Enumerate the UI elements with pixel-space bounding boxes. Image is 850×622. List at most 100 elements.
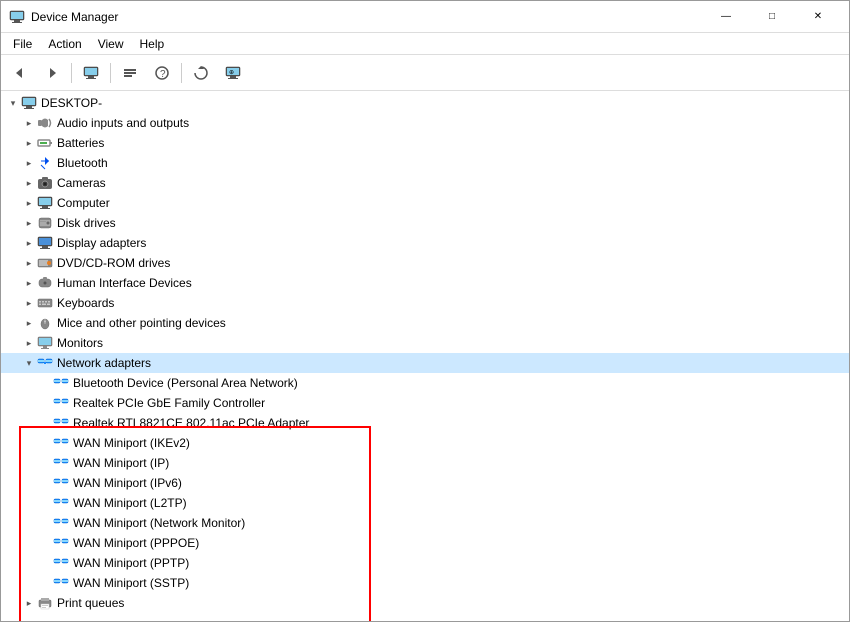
audio-icon bbox=[37, 115, 53, 131]
close-button[interactable]: ✕ bbox=[795, 1, 841, 33]
window-title: Device Manager bbox=[31, 10, 118, 24]
batteries-icon bbox=[37, 135, 53, 151]
wan-nm-icon bbox=[53, 515, 69, 531]
maximize-button[interactable]: □ bbox=[749, 1, 795, 33]
keyboards-label: Keyboards bbox=[57, 296, 114, 310]
properties-icon bbox=[122, 65, 138, 81]
menu-file[interactable]: File bbox=[5, 33, 40, 55]
bluetooth-expander[interactable] bbox=[21, 155, 37, 171]
back-button[interactable] bbox=[5, 59, 35, 87]
title-bar-left: Device Manager bbox=[9, 9, 118, 25]
audio-label: Audio inputs and outputs bbox=[57, 116, 189, 130]
keyboards-expander[interactable] bbox=[21, 295, 37, 311]
wan-sstp-icon bbox=[53, 575, 69, 591]
print-expander[interactable] bbox=[21, 595, 37, 611]
realtek-gbe-icon bbox=[53, 395, 69, 411]
tree-item-batteries[interactable]: Batteries bbox=[1, 133, 849, 153]
menu-view[interactable]: View bbox=[90, 33, 132, 55]
disk-expander[interactable] bbox=[21, 215, 37, 231]
tree-root[interactable]: DESKTOP- bbox=[1, 93, 849, 113]
tree-item-wan-ipv6[interactable]: WAN Miniport (IPv6) bbox=[1, 473, 849, 493]
batteries-expander[interactable] bbox=[21, 135, 37, 151]
tree-item-bt-pan[interactable]: Bluetooth Device (Personal Area Network) bbox=[1, 373, 849, 393]
hid-expander[interactable] bbox=[21, 275, 37, 291]
monitors-icon bbox=[37, 335, 53, 351]
wan-l2tp-icon bbox=[53, 495, 69, 511]
bt-pan-icon bbox=[53, 375, 69, 391]
menu-bar: File Action View Help bbox=[1, 33, 849, 55]
tree-item-disk[interactable]: Disk drives bbox=[1, 213, 849, 233]
tree-item-keyboards[interactable]: Keyboards bbox=[1, 293, 849, 313]
hid-icon bbox=[37, 275, 53, 291]
tree-item-wan-l2tp[interactable]: WAN Miniport (L2TP) bbox=[1, 493, 849, 513]
properties-button[interactable] bbox=[115, 59, 145, 87]
network-expander[interactable] bbox=[21, 355, 37, 371]
tree-item-realtek-gbe[interactable]: Realtek PCIe GbE Family Controller bbox=[1, 393, 849, 413]
audio-expander[interactable] bbox=[21, 115, 37, 131]
computer-icon2 bbox=[37, 195, 53, 211]
mice-label: Mice and other pointing devices bbox=[57, 316, 226, 330]
svg-text:?: ? bbox=[160, 69, 166, 80]
network-label: Network adapters bbox=[57, 356, 151, 370]
update-button[interactable] bbox=[186, 59, 216, 87]
tree-item-wan-ikev2[interactable]: WAN Miniport (IKEv2) bbox=[1, 433, 849, 453]
tree-item-realtek-wifi[interactable]: Realtek RTL8821CE 802.11ac PCIe Adapter bbox=[1, 413, 849, 433]
tree-item-monitors[interactable]: Monitors bbox=[1, 333, 849, 353]
tree-item-dvd[interactable]: DVD/CD-ROM drives bbox=[1, 253, 849, 273]
tree-item-wan-ip[interactable]: WAN Miniport (IP) bbox=[1, 453, 849, 473]
computer-label: Computer bbox=[57, 196, 110, 210]
monitors-label: Monitors bbox=[57, 336, 103, 350]
dvd-expander[interactable] bbox=[21, 255, 37, 271]
content-area: DESKTOP- Audio inputs and outputs bbox=[1, 91, 849, 621]
tree-item-mice[interactable]: Mice and other pointing devices bbox=[1, 313, 849, 333]
monitors-expander[interactable] bbox=[21, 335, 37, 351]
wan-ikev2-icon bbox=[53, 435, 69, 451]
tree-view[interactable]: DESKTOP- Audio inputs and outputs bbox=[1, 91, 849, 621]
mice-expander[interactable] bbox=[21, 315, 37, 331]
tree-item-print[interactable]: Print queues bbox=[1, 593, 849, 613]
tree-item-bluetooth[interactable]: Bluetooth bbox=[1, 153, 849, 173]
svg-text:⊕: ⊕ bbox=[229, 70, 234, 76]
disk-icon bbox=[37, 215, 53, 231]
forward-button[interactable] bbox=[37, 59, 67, 87]
bt-pan-label: Bluetooth Device (Personal Area Network) bbox=[73, 376, 298, 390]
help-button[interactable]: ? bbox=[147, 59, 177, 87]
scan-button[interactable]: ⊕ bbox=[218, 59, 248, 87]
wan-pppoe-label: WAN Miniport (PPPOE) bbox=[73, 536, 199, 550]
display-expander[interactable] bbox=[21, 235, 37, 251]
tree-item-wan-nm[interactable]: WAN Miniport (Network Monitor) bbox=[1, 513, 849, 533]
tree-item-network[interactable]: Network adapters bbox=[1, 353, 849, 373]
toolbar: ? ⊕ bbox=[1, 55, 849, 91]
tree-item-wan-pppoe[interactable]: WAN Miniport (PPPOE) bbox=[1, 533, 849, 553]
menu-help[interactable]: Help bbox=[132, 33, 173, 55]
wan-pppoe-icon bbox=[53, 535, 69, 551]
bluetooth-icon bbox=[37, 155, 53, 171]
wan-pptp-label: WAN Miniport (PPTP) bbox=[73, 556, 189, 570]
computer-icon bbox=[83, 65, 99, 81]
minimize-button[interactable]: — bbox=[703, 1, 749, 33]
cameras-label: Cameras bbox=[57, 176, 106, 190]
tree-item-audio[interactable]: Audio inputs and outputs bbox=[1, 113, 849, 133]
tree-item-hid[interactable]: Human Interface Devices bbox=[1, 273, 849, 293]
show-all-button[interactable] bbox=[76, 59, 106, 87]
root-expander[interactable] bbox=[5, 95, 21, 111]
tree-item-computer[interactable]: Computer bbox=[1, 193, 849, 213]
wan-sstp-label: WAN Miniport (SSTP) bbox=[73, 576, 189, 590]
desktop-icon bbox=[21, 95, 37, 111]
cameras-expander[interactable] bbox=[21, 175, 37, 191]
wan-ipv6-label: WAN Miniport (IPv6) bbox=[73, 476, 182, 490]
wan-l2tp-label: WAN Miniport (L2TP) bbox=[73, 496, 187, 510]
hid-label: Human Interface Devices bbox=[57, 276, 192, 290]
menu-action[interactable]: Action bbox=[40, 33, 89, 55]
display-icon bbox=[37, 235, 53, 251]
tree-item-display[interactable]: Display adapters bbox=[1, 233, 849, 253]
tree-item-wan-pptp[interactable]: WAN Miniport (PPTP) bbox=[1, 553, 849, 573]
tree-item-cameras[interactable]: Cameras bbox=[1, 173, 849, 193]
print-icon bbox=[37, 595, 53, 611]
computer-expander[interactable] bbox=[21, 195, 37, 211]
tree-item-wan-sstp[interactable]: WAN Miniport (SSTP) bbox=[1, 573, 849, 593]
toolbar-separator-2 bbox=[110, 63, 111, 83]
mice-icon bbox=[37, 315, 53, 331]
wan-nm-label: WAN Miniport (Network Monitor) bbox=[73, 516, 245, 530]
display-label: Display adapters bbox=[57, 236, 146, 250]
